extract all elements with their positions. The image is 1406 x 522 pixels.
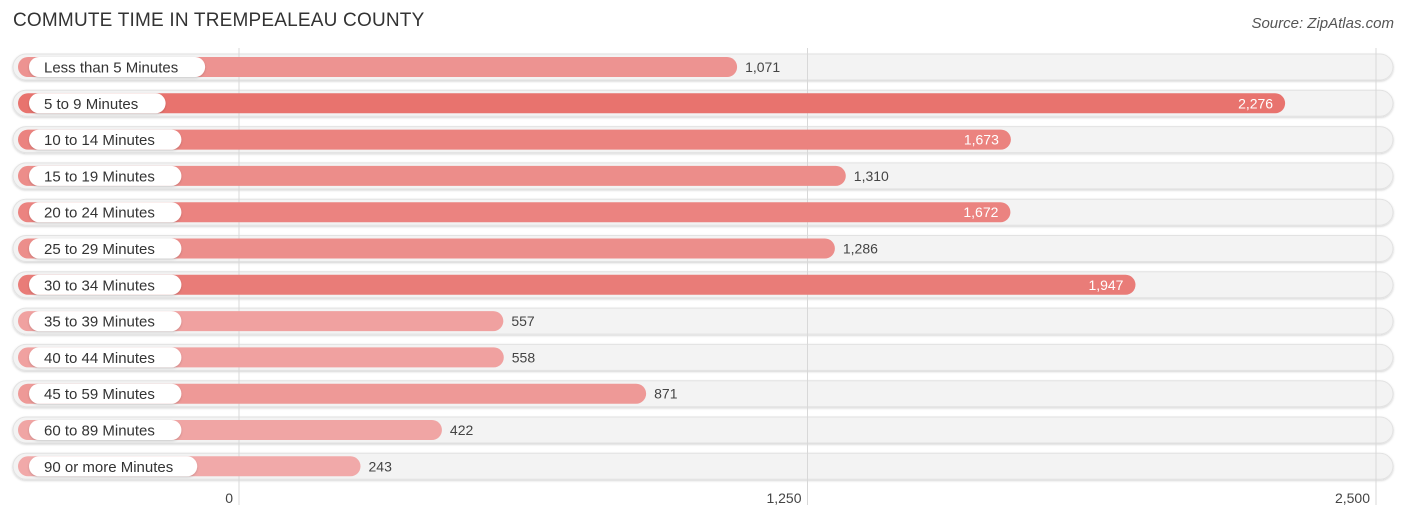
bar xyxy=(18,93,1286,114)
value-label: 243 xyxy=(369,458,393,474)
value-label: 1,947 xyxy=(1088,277,1123,293)
value-label: 558 xyxy=(512,349,536,365)
category-label: 45 to 59 Minutes xyxy=(44,386,155,403)
value-label: 1,071 xyxy=(745,59,780,75)
value-label: 1,286 xyxy=(843,241,878,257)
category-label: 60 to 89 Minutes xyxy=(44,423,155,440)
value-label: 1,310 xyxy=(854,168,889,184)
category-label: 35 to 39 Minutes xyxy=(44,314,155,331)
value-label: 1,673 xyxy=(964,132,999,148)
category-label: 30 to 34 Minutes xyxy=(44,277,155,294)
x-tick-label: 2,500 xyxy=(1335,490,1370,506)
category-label: 10 to 14 Minutes xyxy=(44,132,155,149)
category-label: 25 to 29 Minutes xyxy=(44,241,155,258)
value-label: 1,672 xyxy=(963,204,998,220)
category-label: 15 to 19 Minutes xyxy=(44,168,155,185)
x-tick-label: 1,250 xyxy=(766,490,801,506)
value-label: 557 xyxy=(511,313,535,329)
category-label: 90 or more Minutes xyxy=(44,459,173,476)
value-label: 871 xyxy=(654,386,678,402)
bar-chart: Less than 5 Minutes 1,071 5 to 9 Minutes 2,… xyxy=(12,48,1394,506)
x-tick-label: 0 xyxy=(225,490,233,506)
value-label: 2,276 xyxy=(1238,95,1273,111)
bar xyxy=(18,274,1136,295)
category-label: 20 to 24 Minutes xyxy=(44,205,155,222)
category-label: 5 to 9 Minutes xyxy=(44,96,138,113)
category-label: Less than 5 Minutes xyxy=(44,60,178,77)
category-label: 40 to 44 Minutes xyxy=(44,350,155,367)
value-label: 422 xyxy=(450,422,474,438)
